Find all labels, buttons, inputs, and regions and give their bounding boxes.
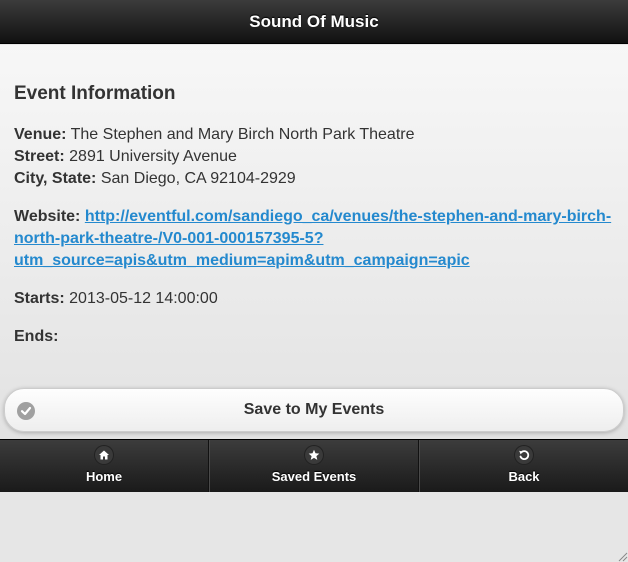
- check-icon: [17, 402, 35, 420]
- city-state-label: City, State:: [14, 170, 97, 187]
- street-label: Street:: [14, 148, 65, 165]
- starts-row: Starts: 2013-05-12 14:00:00: [14, 288, 614, 310]
- website-link-line-1[interactable]: http://eventful.com/sandiego_ca/venues/t…: [85, 208, 611, 225]
- resize-grip-icon[interactable]: [616, 550, 628, 562]
- page-footer-area: [0, 492, 628, 562]
- website-row-3: utm_source=apis&utm_medium=apim&utm_camp…: [14, 250, 614, 272]
- nav-saved-events-label: Saved Events: [271, 469, 357, 484]
- website-row-2: north-park-theatre-/V0-001-000157395-5?: [14, 228, 614, 250]
- save-to-my-events-button[interactable]: Save to My Events: [4, 388, 624, 432]
- nav-home[interactable]: Home: [0, 440, 209, 492]
- street-row: Street: 2891 University Avenue: [14, 146, 614, 168]
- nav-back-label: Back: [508, 469, 540, 484]
- website-row-1: Website: http://eventful.com/sandiego_ca…: [14, 206, 614, 228]
- address-block: Venue: The Stephen and Mary Birch North …: [14, 124, 614, 190]
- nav-back[interactable]: Back: [419, 440, 628, 492]
- website-link-line-3[interactable]: utm_source=apis&utm_medium=apim&utm_camp…: [14, 252, 470, 269]
- starts-label: Starts:: [14, 290, 65, 307]
- home-icon: [95, 446, 113, 464]
- venue-row: Venue: The Stephen and Mary Birch North …: [14, 124, 614, 146]
- starts-value: 2013-05-12 14:00:00: [69, 290, 218, 307]
- nav-saved-events[interactable]: Saved Events: [209, 440, 419, 492]
- city-state-row: City, State: San Diego, CA 92104-2929: [14, 168, 614, 190]
- venue-value: The Stephen and Mary Birch North Park Th…: [70, 126, 415, 143]
- app-header: Sound Of Music: [0, 0, 628, 44]
- city-state-value: San Diego, CA 92104-2929: [100, 170, 296, 187]
- website-link-line-2[interactable]: north-park-theatre-/V0-001-000157395-5?: [14, 230, 323, 247]
- star-icon: [305, 446, 323, 464]
- section-title: Event Information: [14, 83, 176, 104]
- nav-home-label: Home: [85, 469, 123, 484]
- back-icon: [515, 446, 533, 464]
- page-title: Sound Of Music: [249, 11, 379, 31]
- save-button-label: Save to My Events: [243, 401, 385, 418]
- website-block: Website: http://eventful.com/sandiego_ca…: [14, 206, 614, 272]
- website-label: Website:: [14, 208, 81, 225]
- venue-label: Venue:: [14, 126, 67, 143]
- bottom-navbar: Home Saved Events Back: [0, 439, 628, 492]
- ends-label: Ends:: [14, 328, 59, 345]
- ends-row: Ends:: [14, 326, 614, 348]
- street-value: 2891 University Avenue: [69, 148, 237, 165]
- content-area: Event Information Venue: The Stephen and…: [0, 45, 628, 439]
